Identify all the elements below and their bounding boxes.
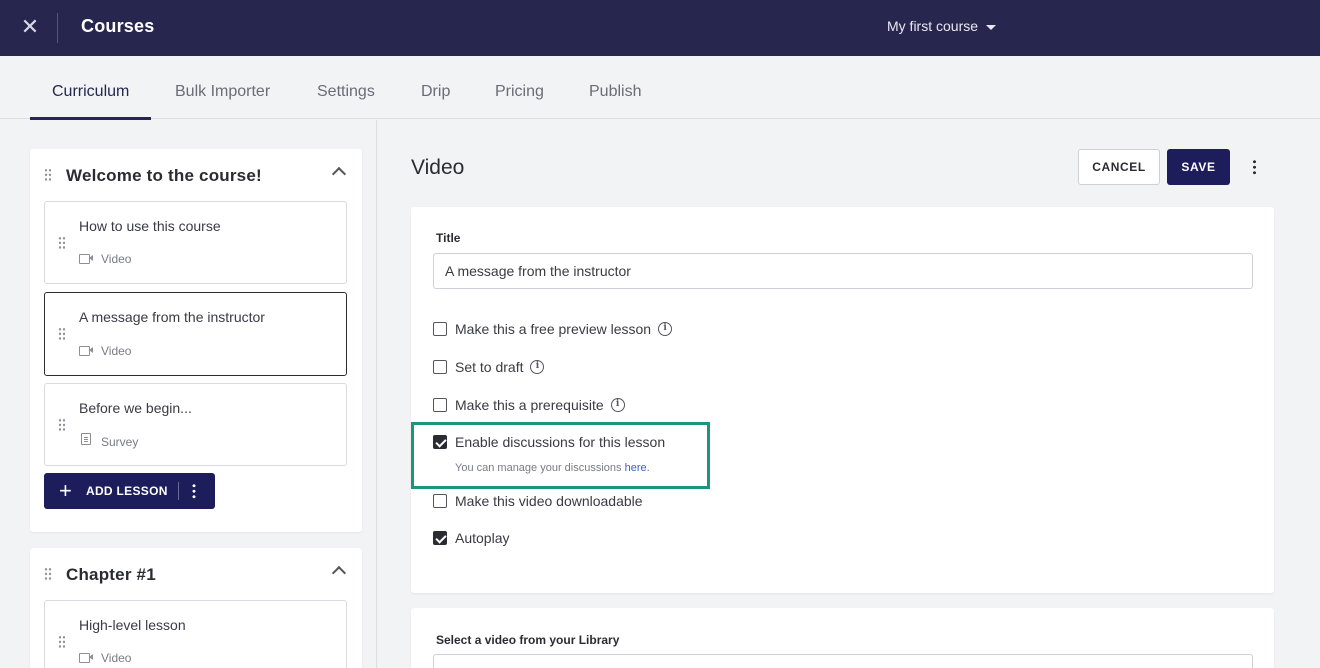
lesson-name: A message from the instructor — [79, 309, 265, 325]
chapter-title: Chapter #1 — [66, 565, 156, 584]
downloadable-checkbox[interactable] — [433, 494, 447, 508]
title-label: Title — [436, 231, 461, 245]
lesson-settings-card: Title Make this a free preview lesson i … — [411, 207, 1274, 593]
draft-checkbox[interactable] — [433, 360, 447, 374]
tab-drip[interactable]: Drip — [399, 56, 472, 119]
divider — [178, 482, 179, 500]
tab-pricing[interactable]: Pricing — [473, 56, 566, 119]
chapter-header: Chapter #1 — [30, 548, 362, 600]
lesson-item[interactable]: Before we begin... Survey — [44, 383, 347, 466]
curriculum-sidebar: Welcome to the course! How to use this c… — [0, 120, 377, 668]
highlight-box — [411, 422, 710, 489]
video-icon — [79, 253, 93, 264]
survey-icon — [81, 433, 91, 445]
save-button[interactable]: SAVE — [1167, 149, 1230, 185]
video-library-card: Select a video from your Library — [411, 608, 1274, 668]
autoplay-checkbox[interactable] — [433, 531, 447, 545]
chevron-up-icon[interactable] — [331, 166, 347, 182]
cancel-button[interactable]: CANCEL — [1078, 149, 1160, 185]
lesson-item-selected[interactable]: A message from the instructor Video — [44, 292, 347, 376]
downloadable-label: Make this video downloadable — [455, 493, 643, 509]
divider — [57, 13, 58, 43]
draft-label: Set to draft — [455, 359, 524, 375]
lesson-name: How to use this course — [79, 218, 221, 234]
more-options-icon[interactable] — [1252, 159, 1257, 175]
plus-icon: + — [59, 478, 72, 503]
lesson-type: Survey — [101, 435, 139, 449]
free-preview-checkbox[interactable] — [433, 322, 447, 336]
autoplay-option[interactable]: Autoplay — [433, 530, 509, 546]
info-icon[interactable]: i — [610, 398, 625, 412]
add-lesson-label: ADD LESSON — [86, 484, 168, 498]
chapter-card: Chapter #1 High-level lesson Video — [30, 548, 362, 668]
lesson-type: Video — [101, 252, 132, 266]
chevron-up-icon[interactable] — [331, 565, 347, 581]
free-preview-option[interactable]: Make this a free preview lesson i — [433, 321, 673, 337]
drag-handle-icon[interactable] — [44, 567, 52, 581]
prerequisite-label: Make this a prerequisite — [455, 397, 604, 413]
course-selector[interactable]: My first course — [887, 18, 997, 34]
lesson-item[interactable]: High-level lesson Video — [44, 600, 347, 668]
drag-handle-icon[interactable] — [58, 635, 66, 649]
info-icon[interactable]: i — [530, 360, 545, 374]
draft-option[interactable]: Set to draft i — [433, 359, 545, 375]
prerequisite-option[interactable]: Make this a prerequisite i — [433, 397, 625, 413]
drag-handle-icon[interactable] — [58, 236, 66, 250]
lesson-name: Before we begin... — [79, 400, 192, 416]
tab-bar: Curriculum Bulk Importer Settings Drip P… — [0, 56, 1320, 120]
lesson-type: Video — [101, 344, 132, 358]
top-bar: ✕ Courses My first course — [0, 0, 1320, 56]
tab-settings[interactable]: Settings — [295, 56, 397, 119]
tab-bulk-importer[interactable]: Bulk Importer — [153, 56, 292, 119]
downloadable-option[interactable]: Make this video downloadable — [433, 493, 643, 509]
page-title: Video — [411, 156, 465, 179]
video-icon — [79, 652, 93, 663]
lesson-item[interactable]: How to use this course Video — [44, 201, 347, 284]
caret-down-icon — [986, 24, 997, 30]
autoplay-label: Autoplay — [455, 530, 510, 546]
add-lesson-button[interactable]: + ADD LESSON — [44, 473, 215, 509]
video-icon — [79, 345, 93, 356]
drag-handle-icon[interactable] — [58, 327, 66, 341]
drag-handle-icon[interactable] — [44, 168, 52, 182]
app-title: Courses — [81, 16, 155, 36]
tab-curriculum[interactable]: Curriculum — [30, 56, 152, 120]
library-label: Select a video from your Library — [436, 633, 620, 647]
library-select[interactable] — [433, 654, 1253, 668]
info-icon[interactable]: i — [658, 322, 673, 336]
course-selector-label: My first course — [887, 18, 979, 34]
lesson-type: Video — [101, 651, 132, 665]
free-preview-label: Make this a free preview lesson — [455, 321, 652, 337]
close-icon[interactable]: ✕ — [18, 15, 42, 39]
drag-handle-icon[interactable] — [58, 418, 66, 432]
more-options-icon[interactable] — [192, 483, 196, 499]
prerequisite-checkbox[interactable] — [433, 398, 447, 412]
chapter-header: Welcome to the course! — [30, 149, 362, 201]
chapter-card: Welcome to the course! How to use this c… — [30, 149, 362, 532]
tab-publish[interactable]: Publish — [567, 56, 663, 119]
chapter-title: Welcome to the course! — [66, 166, 262, 185]
title-input[interactable] — [433, 253, 1253, 289]
lesson-name: High-level lesson — [79, 617, 186, 633]
